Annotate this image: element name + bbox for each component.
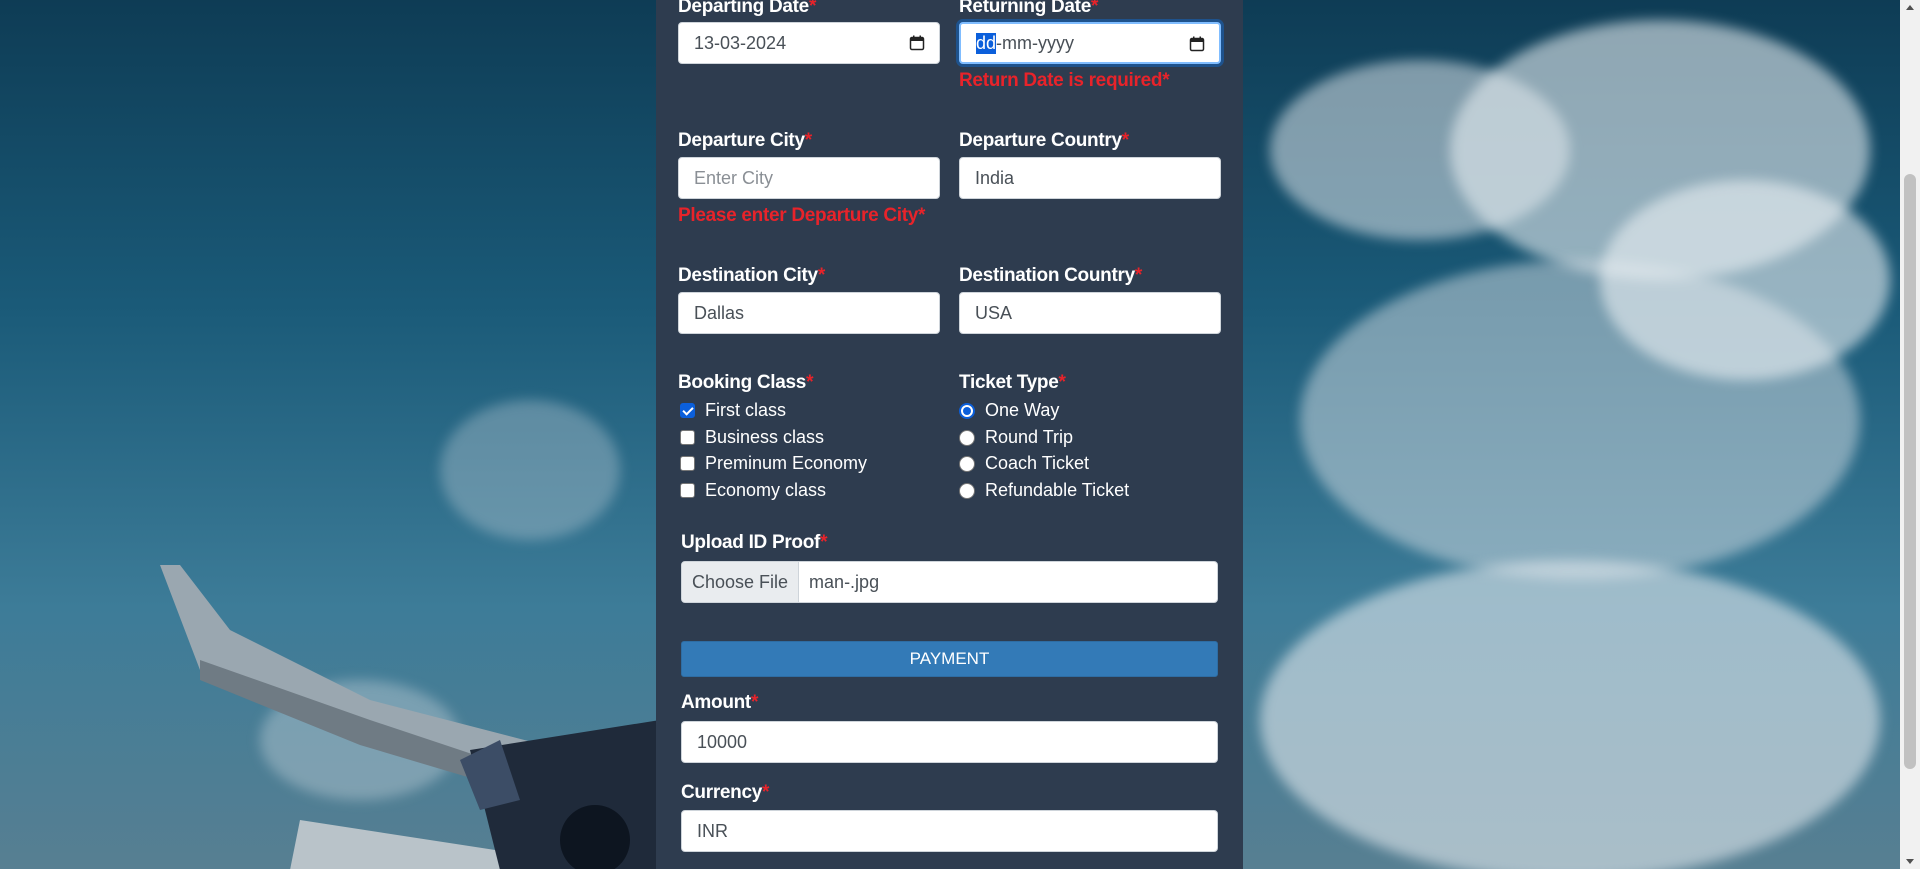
ticket-type-coach[interactable]: Coach Ticket — [959, 453, 1089, 474]
departure-country-group: Departure Country* — [959, 130, 1129, 152]
booking-class-business[interactable]: Business class — [680, 427, 824, 448]
id-proof-file-input[interactable]: Choose File man-.jpg — [681, 561, 1218, 603]
departure-city-label: Departure City* — [678, 130, 812, 151]
page-scrollbar[interactable] — [1900, 0, 1920, 869]
coach-ticket-radio[interactable] — [959, 455, 975, 472]
destination-city-label: Destination City* — [678, 265, 825, 286]
destination-country-label: Destination Country* — [959, 265, 1142, 286]
departure-country-label: Departure Country* — [959, 130, 1129, 151]
departure-city-input[interactable]: Enter City — [678, 157, 940, 199]
first-class-checkbox[interactable] — [680, 403, 695, 418]
booking-class-economy[interactable]: Economy class — [680, 480, 826, 501]
booking-form-panel: Departing Date* 13-03-2024 Returning Dat… — [656, 0, 1243, 869]
calendar-icon[interactable] — [909, 35, 925, 51]
amount-group: Amount* — [681, 692, 758, 714]
departing-date-group: Departing Date* — [678, 0, 816, 18]
return-date-error: Return Date is required* — [959, 70, 1170, 91]
id-proof-label: Upload ID Proof* — [681, 532, 828, 553]
payment-button[interactable]: PAYMENT — [681, 641, 1218, 677]
scroll-down-arrow-icon[interactable] — [1906, 859, 1914, 864]
destination-country-group: Destination Country* — [959, 265, 1142, 287]
premium-economy-checkbox[interactable] — [680, 456, 695, 471]
scroll-up-arrow-icon[interactable] — [1906, 5, 1914, 10]
returning-date-input[interactable]: dd -mm-yyyy — [959, 22, 1221, 64]
ticket-type-one-way[interactable]: One Way — [959, 400, 1059, 421]
ticket-type-round-trip[interactable]: Round Trip — [959, 427, 1073, 448]
selected-file-name: man-.jpg — [809, 571, 880, 592]
airplane-image — [160, 565, 660, 869]
destination-city-group: Destination City* — [678, 265, 825, 287]
destination-country-input[interactable]: USA — [959, 292, 1221, 334]
departure-city-group: Departure City* — [678, 130, 812, 152]
refundable-ticket-radio[interactable] — [959, 482, 975, 499]
booking-class-premium-economy[interactable]: Preminum Economy — [680, 453, 867, 474]
booking-class-label: Booking Class* — [678, 372, 814, 393]
booking-class-first[interactable]: First class — [680, 400, 786, 421]
ticket-type-group: Ticket Type* — [959, 372, 1066, 394]
returning-date-label: Returning Date* — [959, 0, 1099, 17]
id-proof-group: Upload ID Proof* — [681, 532, 827, 554]
currency-group: Currency* — [681, 782, 769, 804]
returning-date-day-segment[interactable]: dd — [976, 32, 997, 54]
departing-date-input[interactable]: 13-03-2024 — [678, 22, 940, 64]
calendar-icon[interactable] — [1189, 36, 1205, 52]
booking-class-group: Booking Class* — [678, 372, 813, 394]
destination-city-input[interactable]: Dallas — [678, 292, 940, 334]
currency-input[interactable]: INR — [681, 810, 1218, 852]
economy-class-checkbox[interactable] — [680, 483, 695, 498]
one-way-radio[interactable] — [959, 402, 975, 419]
ticket-type-label: Ticket Type* — [959, 372, 1066, 393]
amount-input[interactable]: 10000 — [681, 721, 1218, 763]
ticket-type-refundable[interactable]: Refundable Ticket — [959, 480, 1129, 501]
business-class-checkbox[interactable] — [680, 430, 695, 445]
departing-date-label: Departing Date* — [678, 0, 817, 17]
choose-file-button[interactable]: Choose File — [682, 562, 800, 602]
returning-date-group: Returning Date* — [959, 0, 1098, 18]
amount-label: Amount* — [681, 692, 759, 713]
currency-label: Currency* — [681, 782, 770, 803]
departure-city-placeholder: Enter City — [694, 167, 774, 188]
round-trip-radio[interactable] — [959, 429, 975, 446]
departure-country-input[interactable]: India — [959, 157, 1221, 199]
departure-city-error: Please enter Departure City* — [678, 205, 926, 226]
scrollbar-thumb[interactable] — [1904, 174, 1916, 769]
